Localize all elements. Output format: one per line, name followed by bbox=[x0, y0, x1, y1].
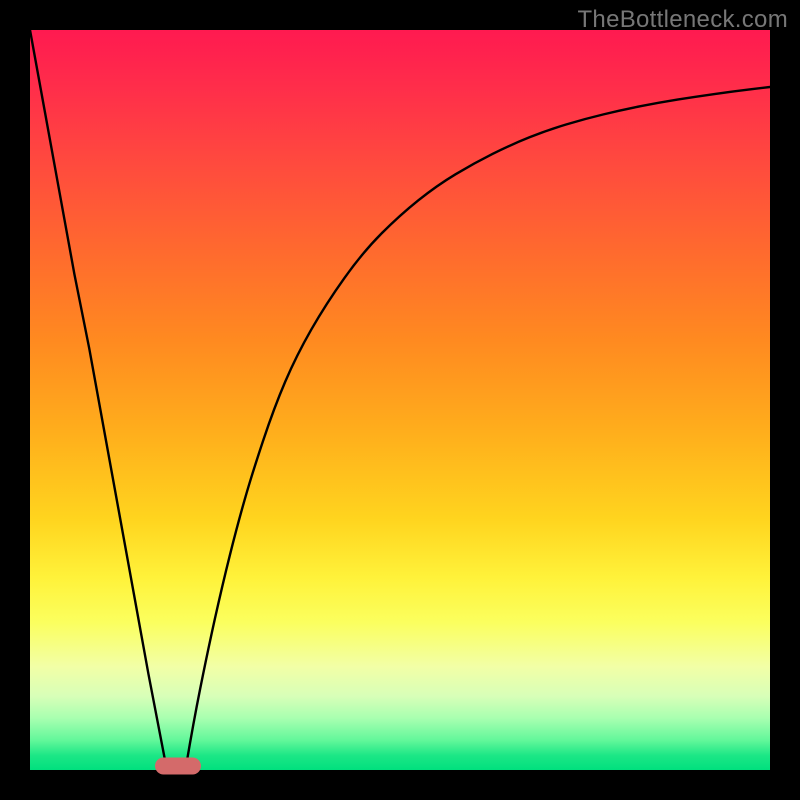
plot-area bbox=[30, 30, 770, 770]
bottleneck-marker bbox=[155, 758, 201, 775]
curve-layer bbox=[30, 30, 770, 770]
right-branch-line bbox=[185, 87, 770, 770]
left-branch-line bbox=[30, 30, 167, 770]
chart-frame: TheBottleneck.com bbox=[0, 0, 800, 800]
